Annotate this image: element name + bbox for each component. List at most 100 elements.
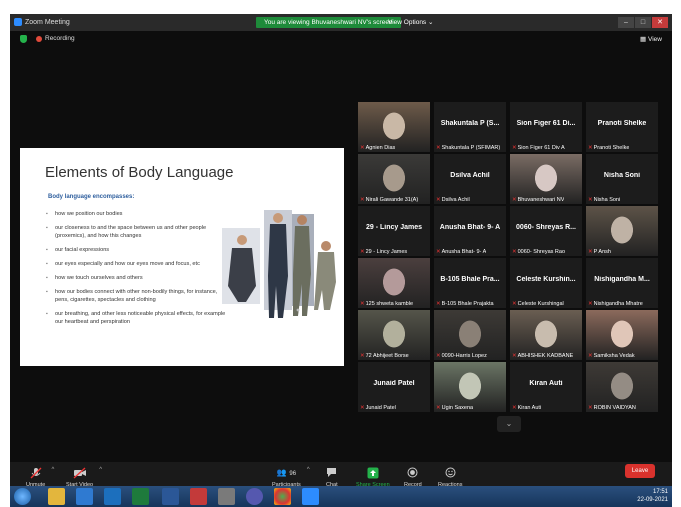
- participant-label: ✕ Junaid Patel: [360, 405, 396, 411]
- participant-label-text: B-105 Bhale Prajakta: [441, 301, 494, 307]
- participant-label-text: Shakuntala P (SFIMAR): [441, 145, 501, 151]
- participant-name: Dsilva Achil: [450, 172, 490, 179]
- participant-label-text: Nisha Soni: [593, 197, 621, 203]
- participant-label-text: 72 Abhijeet Borse: [365, 353, 409, 359]
- participant-name: B-105 Bhale Pra...: [440, 276, 500, 283]
- shared-slide: Elements of Body Language Body language …: [20, 148, 344, 366]
- participant-tile[interactable]: ✕ P Ansh: [586, 206, 658, 256]
- participant-label-text: Nirali Gawande 31(A): [365, 197, 419, 203]
- record-button[interactable]: Record: [404, 467, 422, 488]
- participant-label-text: Bhuvaneshwari NV: [517, 197, 565, 203]
- close-icon[interactable]: ✕: [652, 17, 668, 28]
- participant-label: ✕ Nisha Soni: [588, 197, 620, 203]
- teams-icon[interactable]: [246, 488, 263, 505]
- title-bar: Zoom Meeting You are viewing Bhuvaneshwa…: [10, 14, 672, 31]
- muted-mic-icon: ✕: [512, 405, 517, 411]
- microphone-muted-icon: [26, 467, 45, 479]
- participant-tile[interactable]: ✕ 0090-Harris Lopez: [434, 310, 506, 360]
- participant-label: ✕ P Ansh: [588, 249, 611, 255]
- participant-label: ✕ 125 shweta kamble: [360, 301, 413, 307]
- caret-up-icon[interactable]: ^: [307, 467, 310, 473]
- chat-button[interactable]: Chat: [326, 467, 338, 488]
- participant-label: ✕ Shakuntala P (SFIMAR): [436, 145, 500, 151]
- participant-tile[interactable]: Celeste Kurshin... ✕ Celeste Kurshingal: [510, 258, 582, 308]
- record-icon: [404, 467, 422, 479]
- participant-label-text: 0090-Harris Lopez: [441, 353, 487, 359]
- media-player-icon[interactable]: [104, 488, 121, 505]
- app-title-text: Zoom Meeting: [25, 18, 70, 26]
- participants-button[interactable]: 👥 96 Participants ^: [272, 467, 310, 488]
- participant-tile[interactable]: ✕ Ugin Saxena: [434, 362, 506, 412]
- participant-tile[interactable]: ✕ 72 Abhijeet Borse: [358, 310, 430, 360]
- paint-icon[interactable]: [190, 488, 207, 505]
- participant-tile[interactable]: Kiran Auti ✕ Kiran Auti: [510, 362, 582, 412]
- gallery-next-page-button[interactable]: ⌄: [497, 416, 521, 432]
- muted-mic-icon: ✕: [436, 301, 441, 307]
- excel-icon[interactable]: [132, 488, 149, 505]
- participant-tile[interactable]: Anusha Bhat- 9- A ✕ Anusha Bhat- 9- A: [434, 206, 506, 256]
- participant-tile[interactable]: Nisha Soni ✕ Nisha Soni: [586, 154, 658, 204]
- participant-tile[interactable]: Pranoti Shelke ✕ Pranoti Shelke: [586, 102, 658, 152]
- participant-tile[interactable]: 29 - Lincy James ✕ 29 - Lincy James: [358, 206, 430, 256]
- participant-name: Shakuntala P (S...: [440, 120, 500, 127]
- muted-mic-icon: ✕: [436, 405, 441, 411]
- view-options-button[interactable]: View Options ⌄: [388, 18, 433, 26]
- participant-tile[interactable]: Nishigandha M... ✕ Nishigandha Mhatre: [586, 258, 658, 308]
- zoom-logo-icon: [14, 18, 22, 26]
- participant-label: ✕ ROBIN VAIDYAN: [588, 405, 636, 411]
- participant-tile[interactable]: ✕ ABHISHEK KADBANE: [510, 310, 582, 360]
- participant-label-text: 0060- Shreyas Rao: [517, 249, 565, 255]
- participant-tile[interactable]: ✕ Samiksha Vedak: [586, 310, 658, 360]
- reactions-button[interactable]: Reactions: [438, 467, 462, 488]
- slide-bullet: our closeness to and the space between u…: [46, 224, 226, 240]
- participant-label-text: Celeste Kurshingal: [517, 301, 564, 307]
- word-icon[interactable]: [162, 488, 179, 505]
- participant-tile[interactable]: ✕ ROBIN VAIDYAN: [586, 362, 658, 412]
- participant-tile[interactable]: Junaid Patel ✕ Junaid Patel: [358, 362, 430, 412]
- participant-label-text: Sion Figer 61 Div A: [517, 145, 565, 151]
- participant-name: Nishigandha M...: [594, 276, 650, 283]
- participant-tile[interactable]: B-105 Bhale Pra... ✕ B-105 Bhale Prajakta: [434, 258, 506, 308]
- encryption-shield-icon[interactable]: [20, 35, 27, 43]
- participant-label: ✕ B-105 Bhale Prajakta: [436, 301, 494, 307]
- participant-tile[interactable]: 0060- Shreyas R... ✕ 0060- Shreyas Rao: [510, 206, 582, 256]
- participant-label: ✕ Samiksha Vedak: [588, 353, 635, 359]
- leave-button[interactable]: Leave: [625, 464, 655, 478]
- chat-icon: [326, 467, 338, 479]
- slide-bullet: how we position our bodies: [46, 210, 226, 218]
- slide-bullet: our breathing, and other less noticeable…: [46, 310, 226, 326]
- participant-label-text: Pranoti Shelke: [593, 145, 630, 151]
- participant-label-text: Samiksha Vedak: [593, 353, 635, 359]
- muted-mic-icon: ✕: [512, 249, 517, 255]
- participant-name: Anusha Bhat- 9- A: [439, 224, 501, 231]
- participant-name: Sion Figer 61 Di...: [516, 120, 576, 127]
- minimize-icon[interactable]: –: [618, 17, 634, 28]
- participant-tile[interactable]: Shakuntala P (S... ✕ Shakuntala P (SFIMAR): [434, 102, 506, 152]
- start-video-button[interactable]: Start Video ^: [66, 467, 102, 488]
- chrome-icon[interactable]: [274, 488, 291, 505]
- file-explorer-icon[interactable]: [48, 488, 65, 505]
- maximize-icon[interactable]: □: [635, 17, 651, 28]
- app-title: Zoom Meeting: [14, 18, 70, 26]
- muted-mic-icon: ✕: [588, 197, 593, 203]
- share-screen-button[interactable]: Share Screen: [356, 467, 390, 488]
- participant-label-text: ROBIN VAIDYAN: [593, 405, 636, 411]
- participant-tile[interactable]: ✕ Bhuvaneshwari NV: [510, 154, 582, 204]
- view-button[interactable]: ▦ View: [640, 35, 662, 43]
- participant-tile[interactable]: ✕ Agnien Dias: [358, 102, 430, 152]
- internet-explorer-icon[interactable]: [76, 488, 93, 505]
- unmute-button[interactable]: Unmute ^: [26, 467, 54, 488]
- caret-up-icon[interactable]: ^: [99, 467, 102, 473]
- caret-up-icon[interactable]: ^: [51, 467, 54, 473]
- participant-tile[interactable]: Dsilva Achil ✕ Dsilva Achil: [434, 154, 506, 204]
- muted-mic-icon: ✕: [512, 353, 517, 359]
- zoom-taskbar-icon[interactable]: [302, 488, 319, 505]
- participant-name: Kiran Auti: [529, 380, 563, 387]
- start-button-icon[interactable]: [14, 488, 31, 505]
- chevron-down-icon: ⌄: [505, 419, 513, 428]
- participant-tile[interactable]: ✕ Nirali Gawande 31(A): [358, 154, 430, 204]
- participant-label-text: 29 - Lincy James: [365, 249, 408, 255]
- participant-tile[interactable]: Sion Figer 61 Di... ✕ Sion Figer 61 Div A: [510, 102, 582, 152]
- app-icon[interactable]: [218, 488, 235, 505]
- participant-tile[interactable]: ✕ 125 shweta kamble: [358, 258, 430, 308]
